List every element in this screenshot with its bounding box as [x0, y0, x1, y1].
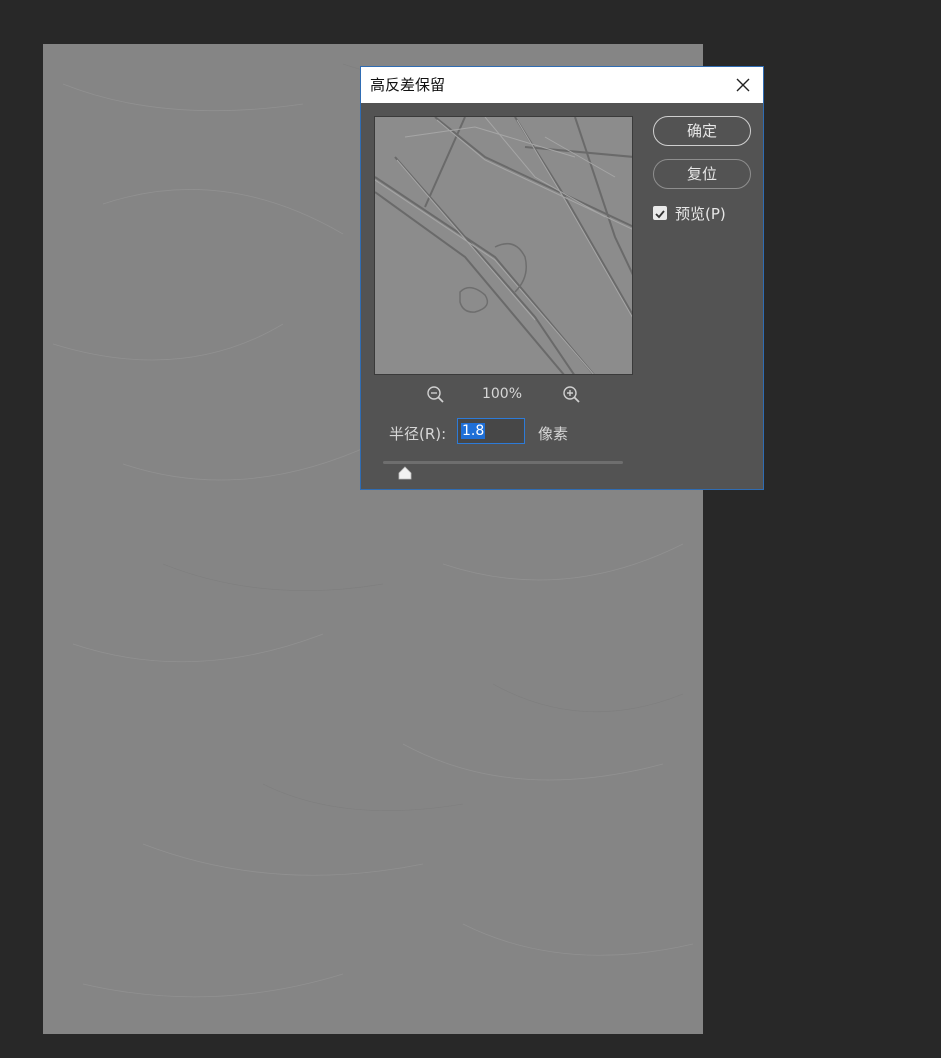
radius-label: 半径(R):: [389, 425, 447, 443]
radius-input[interactable]: 1.8: [457, 418, 525, 444]
close-icon: [736, 78, 750, 92]
zoom-in-button[interactable]: [562, 385, 582, 405]
zoom-out-button[interactable]: [426, 385, 446, 405]
radius-unit: 像素: [538, 425, 569, 443]
dialog-title: 高反差保留: [370, 76, 446, 94]
radius-slider-thumb[interactable]: [397, 465, 413, 480]
radius-value: 1.8: [461, 423, 486, 439]
radius-slider-track[interactable]: [383, 461, 623, 464]
preview-window[interactable]: [374, 116, 633, 375]
ok-button[interactable]: 确定: [653, 116, 751, 146]
checkmark-icon: [655, 210, 665, 219]
high-pass-dialog: 高反差保留 100% 半径(R): 1.8 像素 确定 复位 预览(P): [360, 66, 764, 490]
dialog-titlebar[interactable]: 高反差保留: [361, 67, 763, 103]
workspace: 高反差保留 100% 半径(R): 1.8 像素 确定 复位 预览(P): [0, 0, 941, 1058]
zoom-level: 100%: [481, 386, 523, 402]
preview-checkbox[interactable]: [653, 206, 667, 220]
preview-checkbox-label: 预览(P): [675, 205, 726, 223]
preview-image: [375, 117, 632, 374]
zoom-in-icon: [563, 386, 580, 403]
close-button[interactable]: [731, 73, 755, 97]
zoom-out-icon: [427, 386, 444, 403]
slider-thumb-icon: [398, 466, 411, 480]
reset-button[interactable]: 复位: [653, 159, 751, 189]
